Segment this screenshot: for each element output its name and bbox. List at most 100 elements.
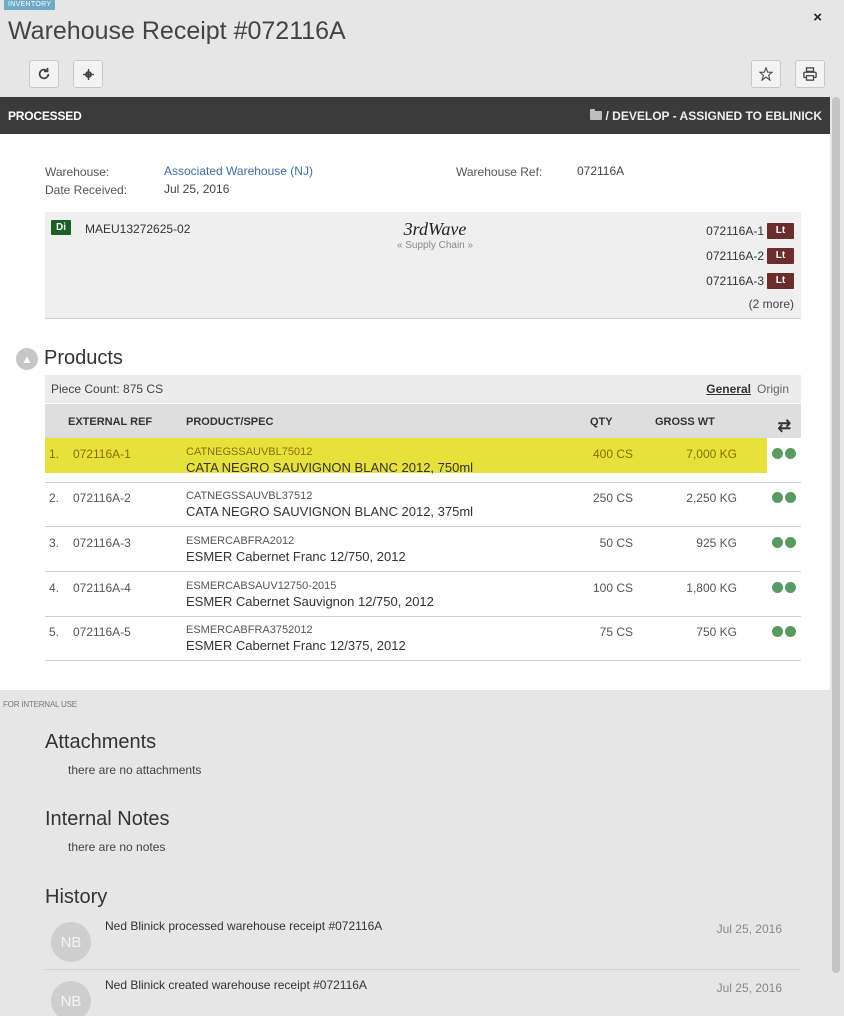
refresh-icon <box>38 67 50 80</box>
attachments-title: Attachments <box>45 731 157 753</box>
avatar: NB <box>51 922 91 962</box>
table-row[interactable]: 3. 072116A-3 ESMERCABFRA2012 ESMER Caber… <box>45 527 801 572</box>
lot-id: 072116A-3 <box>706 273 764 288</box>
history-title: History <box>45 886 108 908</box>
table-row[interactable]: 1. 072116A-1 CATNEGSSAUVBL75012 CATA NEG… <box>45 438 801 483</box>
status-dot <box>785 582 796 593</box>
logo-subtitle: « Supply Chain » <box>396 240 474 251</box>
inventory-tag: INVENTORY <box>4 0 56 10</box>
table-row[interactable]: 4. 072116A-4 ESMERCABSAUV12750-2015 ESME… <box>45 572 801 617</box>
favorite-button[interactable] <box>751 60 781 88</box>
internal-notes-title: Internal Notes <box>45 808 170 830</box>
status-dot <box>772 537 783 548</box>
star-icon <box>759 67 773 81</box>
row-number: 2. <box>49 491 60 505</box>
history-date: Jul 25, 2016 <box>716 922 782 936</box>
date-received-label: Date Received: <box>45 183 128 197</box>
view-tabs: General Origin <box>706 382 789 396</box>
carrier-logo: 3rdWave « Supply Chain » <box>390 218 480 251</box>
status-dots <box>772 537 796 548</box>
product-name: ESMER Cabernet Franc 12/375, 2012 <box>186 638 406 653</box>
status-dot <box>772 448 783 459</box>
row-number: 5. <box>49 625 60 639</box>
external-ref[interactable]: 072116A-1 <box>73 447 131 461</box>
tab-general[interactable]: General <box>706 382 751 396</box>
history-date: Jul 25, 2016 <box>716 981 782 995</box>
warehouse-ref-label: Warehouse Ref: <box>456 165 543 179</box>
status-dots <box>772 626 796 637</box>
collapse-up-icon[interactable]: ▲ <box>16 347 38 370</box>
assignment-link[interactable]: / DEVELOP - ASSIGNED TO EBLINICK <box>589 108 822 123</box>
warehouse-link[interactable]: Associated Warehouse (NJ) <box>164 164 313 178</box>
products-header: ▲ Products <box>16 347 123 370</box>
history-text: Ned Blinick processed warehouse receipt … <box>105 919 383 933</box>
history-text: Ned Blinick created warehouse receipt #0… <box>105 978 367 992</box>
status-label: PROCESSED <box>8 108 82 123</box>
gross-weight: 1,800 KG <box>686 581 737 595</box>
print-button[interactable] <box>795 60 825 88</box>
container-number[interactable]: MAEU13272625-02 <box>85 222 190 236</box>
settings-button[interactable] <box>73 60 103 88</box>
notes-empty: there are no notes <box>68 840 166 854</box>
tab-origin[interactable]: Origin <box>757 382 789 396</box>
product-name: CATA NEGRO SAUVIGNON BLANC 2012, 375ml <box>186 504 474 519</box>
quantity: 50 CS <box>599 536 633 550</box>
products-title: Products <box>44 347 123 369</box>
print-icon <box>803 67 817 81</box>
assignment-text: / DEVELOP - ASSIGNED TO EBLINICK <box>605 108 822 123</box>
col-external-ref: EXTERNAL REF <box>68 416 153 428</box>
product-name: ESMER Cabernet Sauvignon 12/750, 2012 <box>186 594 434 609</box>
status-dot <box>785 537 796 548</box>
lot-id: 072116A-1 <box>706 223 764 238</box>
quantity: 75 CS <box>599 625 633 639</box>
lot-item[interactable]: 072116A-1 Lt <box>706 218 794 243</box>
status-dot <box>785 448 796 459</box>
warehouse-ref-value: 072116A <box>577 164 625 178</box>
status-dot <box>772 626 783 637</box>
quantity: 100 CS <box>592 581 633 595</box>
external-ref[interactable]: 072116A-5 <box>73 625 131 639</box>
lot-badge: Lt <box>767 272 794 289</box>
logo-wordmark: 3rdWave <box>403 219 467 239</box>
more-lots-link[interactable]: (2 more) <box>706 297 794 311</box>
gross-weight: 2,250 KG <box>686 491 737 505</box>
lot-item[interactable]: 072116A-3 Lt <box>706 268 794 293</box>
attachments-empty: there are no attachments <box>68 763 202 777</box>
di-badge: Di <box>51 220 71 235</box>
product-name: ESMER Cabernet Franc 12/750, 2012 <box>186 549 406 564</box>
table-row[interactable]: 2. 072116A-2 CATNEGSSAUVBL37512 CATA NEG… <box>45 482 801 527</box>
status-dot <box>772 582 783 593</box>
refresh-button[interactable] <box>29 60 59 88</box>
shipment-card: Di MAEU13272625-02 3rdWave « Supply Chai… <box>45 212 801 319</box>
close-icon[interactable]: × <box>813 9 822 26</box>
date-received-value: Jul 25, 2016 <box>164 182 230 196</box>
product-code: ESMERCABFRA2012 <box>186 535 295 547</box>
page-title: Warehouse Receipt #072116A <box>8 17 346 45</box>
avatar: NB <box>51 981 91 1016</box>
quantity: 400 CS <box>592 447 633 461</box>
row-number: 1. <box>49 447 60 461</box>
gross-weight: 925 KG <box>696 536 737 550</box>
external-ref[interactable]: 072116A-2 <box>73 491 131 505</box>
table-row[interactable]: 5. 072116A-5 ESMERCABFRA3752012 ESMER Ca… <box>45 616 801 661</box>
swap-columns-icon[interactable]: ⇄ <box>778 416 791 436</box>
external-ref[interactable]: 072116A-4 <box>73 581 131 595</box>
history-item: NB Ned Blinick created warehouse receipt… <box>45 973 801 1016</box>
history-item: NB Ned Blinick processed warehouse recei… <box>45 914 801 968</box>
folder-icon <box>589 109 602 120</box>
lot-list: 072116A-1 Lt 072116A-2 Lt 072116A-3 Lt (… <box>706 218 794 311</box>
internal-use-label: FOR INTERNAL USE <box>3 700 77 709</box>
product-code: ESMERCABFRA3752012 <box>186 624 313 636</box>
warehouse-label: Warehouse: <box>45 165 110 179</box>
row-number: 3. <box>49 536 60 550</box>
status-dot <box>772 492 783 503</box>
piece-count: Piece Count: 875 CS <box>51 382 164 396</box>
lot-badge: Lt <box>767 247 794 264</box>
product-name: CATA NEGRO SAUVIGNON BLANC 2012, 750ml <box>186 460 474 475</box>
col-product-spec: PRODUCT/SPEC <box>186 416 274 428</box>
row-number: 4. <box>49 581 60 595</box>
scrollbar[interactable] <box>832 97 840 973</box>
products-table-header: EXTERNAL REF PRODUCT/SPEC QTY GROSS WT ⇄ <box>45 404 801 438</box>
lot-item[interactable]: 072116A-2 Lt <box>706 243 794 268</box>
external-ref[interactable]: 072116A-3 <box>73 536 131 550</box>
